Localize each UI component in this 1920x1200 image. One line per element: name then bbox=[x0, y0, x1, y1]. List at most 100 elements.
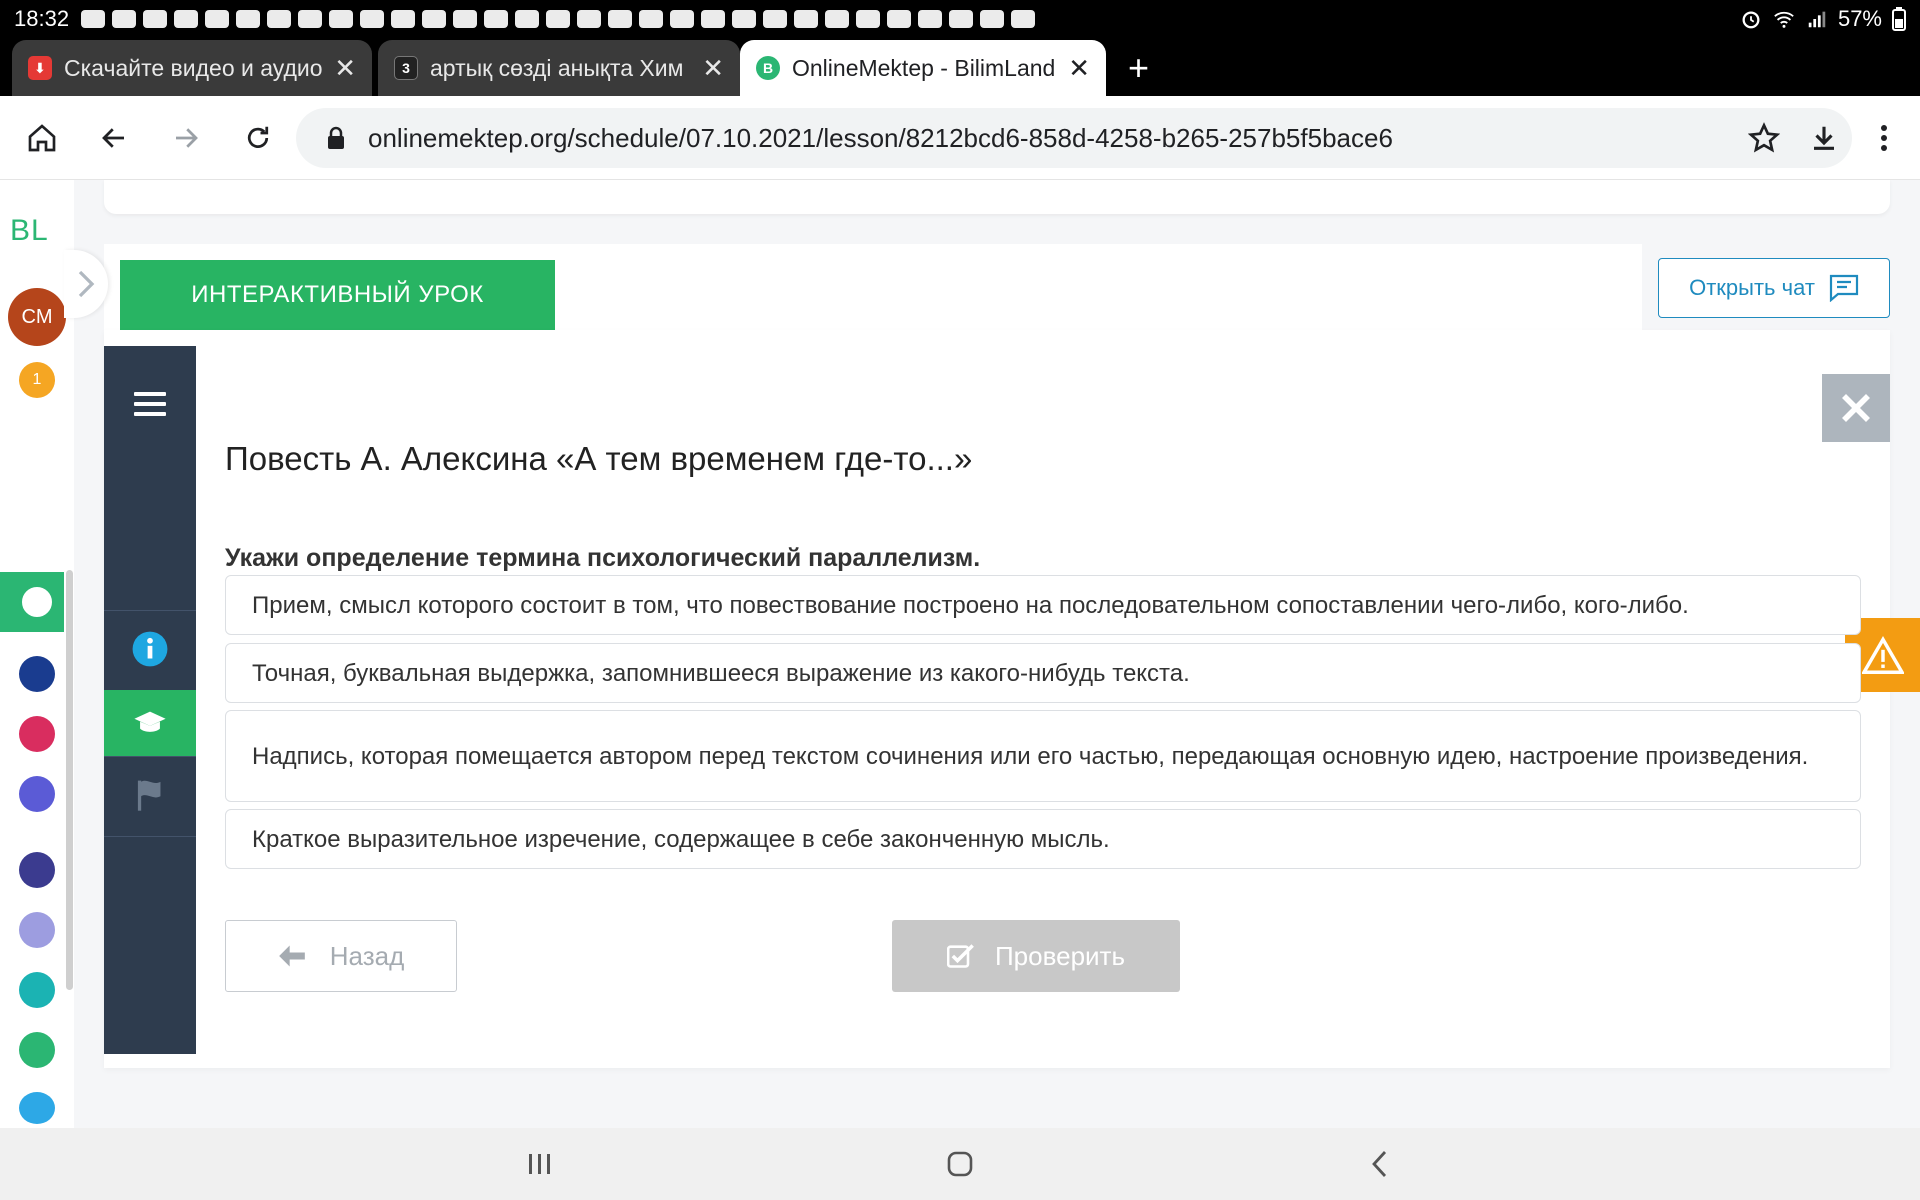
recent-apps-icon[interactable] bbox=[522, 1146, 558, 1182]
address-bar[interactable]: onlinemektep.org/schedule/07.10.2021/les… bbox=[296, 108, 1852, 168]
tab-onlinemektep[interactable]: B OnlineMektep - BilimLand ✕ bbox=[740, 40, 1106, 96]
bilim-land-app-icon[interactable] bbox=[19, 1032, 55, 1068]
status-time: 18:32 bbox=[14, 6, 70, 31]
notification-icon bbox=[546, 10, 571, 28]
tab-strip: ⬇ Скачайте видео и аудио ✕ 3 артық сөзді… bbox=[0, 38, 1920, 96]
flag-icon[interactable] bbox=[104, 762, 196, 828]
warning-icon bbox=[1861, 636, 1904, 674]
tab-chemistry[interactable]: 3 артық сөзді анықта Хим ✕ bbox=[378, 40, 740, 96]
notification-icon bbox=[484, 10, 509, 28]
notification-icon bbox=[267, 10, 292, 28]
notification-icon bbox=[918, 10, 943, 28]
notification-icon bbox=[298, 10, 323, 28]
reload-icon[interactable] bbox=[236, 116, 280, 160]
star-icon[interactable] bbox=[1742, 116, 1786, 160]
notification-badge[interactable]: 1 bbox=[19, 362, 55, 398]
tab-video-downloader[interactable]: ⬇ Скачайте видео и аудио ✕ bbox=[12, 40, 372, 96]
chevron-right-icon bbox=[78, 270, 95, 298]
sidebar-scrollbar[interactable] bbox=[66, 570, 73, 990]
site-favicon-icon: 3 bbox=[394, 56, 418, 80]
notification-icon bbox=[174, 10, 199, 28]
notification-icon bbox=[81, 10, 106, 28]
notification-icon bbox=[949, 10, 974, 28]
answer-option-text: Точная, буквальная выдержка, запомнившее… bbox=[252, 659, 1190, 687]
close-icon[interactable]: ✕ bbox=[334, 53, 356, 84]
system-back-icon[interactable] bbox=[1362, 1146, 1398, 1182]
url-text: onlinemektep.org/schedule/07.10.2021/les… bbox=[368, 122, 1393, 153]
download-favicon-icon: ⬇ bbox=[28, 56, 52, 80]
close-lesson-button[interactable] bbox=[1822, 374, 1890, 442]
bilimland-logo: BL bbox=[10, 214, 49, 247]
notification-icon bbox=[887, 10, 912, 28]
status-bar: 18:32 57% bbox=[0, 0, 1920, 38]
notification-icon bbox=[794, 10, 819, 28]
home-icon[interactable] bbox=[20, 116, 64, 160]
signal-icon bbox=[1808, 11, 1826, 28]
close-icon[interactable]: ✕ bbox=[1068, 53, 1090, 84]
notification-icon bbox=[422, 10, 447, 28]
bilimland-sidebar: BL CM 1 bbox=[0, 180, 74, 1128]
notification-icon bbox=[732, 10, 757, 28]
check-button[interactable]: Проверить bbox=[892, 920, 1180, 992]
answer-option-text: Надпись, которая помещается автором пере… bbox=[252, 742, 1809, 770]
notification-icon bbox=[1011, 10, 1036, 28]
back-button[interactable]: Назад bbox=[225, 920, 457, 992]
notification-icon bbox=[763, 10, 788, 28]
tab-title: OnlineMektep - BilimLand bbox=[792, 54, 1056, 81]
close-icon[interactable]: ✕ bbox=[702, 53, 724, 84]
answer-option[interactable]: Прием, смысл которого состоит в том, что… bbox=[225, 575, 1861, 635]
info-icon[interactable] bbox=[104, 616, 196, 682]
check-button-label: Проверить bbox=[994, 940, 1126, 971]
menu-icon[interactable] bbox=[134, 392, 166, 422]
notification-icon bbox=[856, 10, 881, 28]
answer-option[interactable]: Точная, буквальная выдержка, запомнившее… bbox=[225, 643, 1861, 703]
download-icon[interactable] bbox=[1802, 116, 1846, 160]
online-mektep-app-icon[interactable] bbox=[19, 584, 55, 620]
lesson-sidenav bbox=[104, 346, 196, 1054]
question-text: Укажи определение термина психологически… bbox=[225, 544, 981, 572]
browser-toolbar: onlinemektep.org/schedule/07.10.2021/les… bbox=[0, 96, 1920, 180]
graduation-cap-icon[interactable] bbox=[104, 690, 196, 756]
bilim-market-app-icon[interactable] bbox=[19, 776, 55, 812]
battery-level: 57% bbox=[1837, 6, 1882, 31]
bilim-shop-app-icon[interactable] bbox=[19, 716, 55, 752]
answer-option[interactable]: Краткое выразительное изречение, содержа… bbox=[225, 809, 1861, 869]
answer-option-text: Краткое выразительное изречение, содержа… bbox=[252, 825, 1110, 853]
notification-icon bbox=[980, 10, 1005, 28]
notification-icon bbox=[391, 10, 416, 28]
notification-icon bbox=[825, 10, 850, 28]
notification-icon bbox=[360, 10, 385, 28]
notification-icon bbox=[329, 10, 354, 28]
more-vert-icon[interactable] bbox=[1862, 116, 1906, 160]
system-navigation-bar bbox=[0, 1128, 1920, 1200]
forward-arrow-icon[interactable] bbox=[164, 116, 208, 160]
notification-icon bbox=[639, 10, 664, 28]
notification-icon bbox=[515, 10, 540, 28]
notification-icon bbox=[670, 10, 695, 28]
checkbox-icon bbox=[946, 944, 974, 968]
back-button-label: Назад bbox=[329, 940, 405, 971]
new-tab-icon[interactable]: + bbox=[1128, 50, 1149, 86]
notification-icon bbox=[577, 10, 602, 28]
notification-icon bbox=[453, 10, 478, 28]
wifi-icon bbox=[1774, 11, 1794, 28]
home-button-icon[interactable] bbox=[942, 1146, 978, 1182]
battery-icon bbox=[1892, 7, 1906, 31]
open-chat-button[interactable]: Открыть чат bbox=[1658, 258, 1890, 318]
avatar[interactable]: CM bbox=[8, 288, 66, 346]
bilim-center-app-icon[interactable] bbox=[19, 972, 55, 1008]
chat-icon bbox=[1829, 274, 1859, 302]
notification-icon bbox=[205, 10, 230, 28]
answer-option[interactable]: Надпись, которая помещается автором пере… bbox=[225, 710, 1861, 802]
back-arrow-icon[interactable] bbox=[92, 116, 136, 160]
smart-nation-app-icon[interactable] bbox=[19, 852, 55, 888]
bilim-tutor-app-icon[interactable] bbox=[19, 656, 55, 692]
alarm-icon bbox=[1742, 11, 1760, 29]
bilimland-favicon-icon: B bbox=[756, 56, 780, 80]
news-app-icon[interactable] bbox=[19, 912, 55, 948]
close-icon bbox=[1842, 394, 1870, 422]
arrow-left-icon bbox=[278, 945, 305, 967]
notification-icon bbox=[143, 10, 168, 28]
notification-icons bbox=[81, 10, 1036, 28]
itest-app-icon[interactable] bbox=[19, 1092, 55, 1124]
